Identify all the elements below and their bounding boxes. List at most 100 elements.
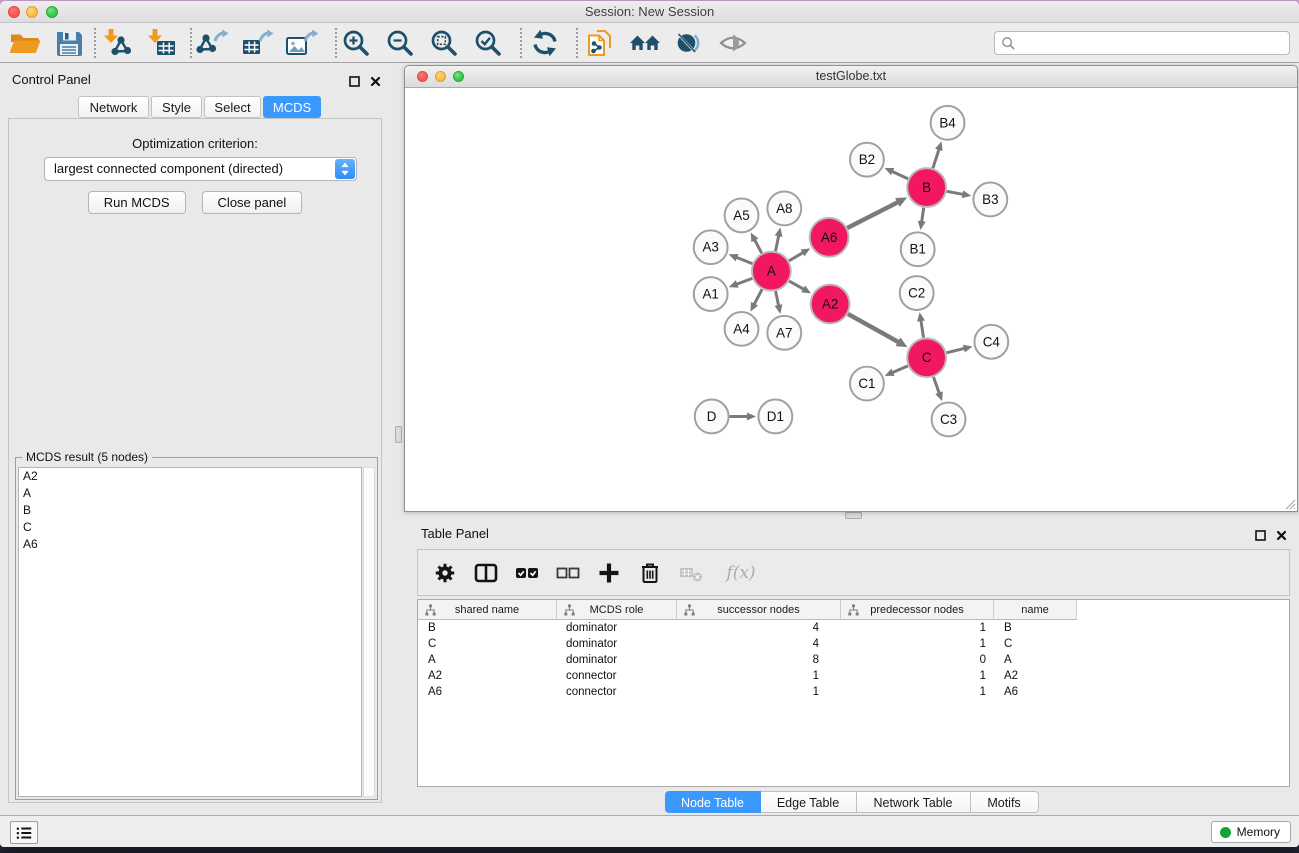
table-row[interactable]: Cdominator41C (418, 636, 1289, 652)
network-close-button[interactable] (417, 71, 428, 82)
tab-style[interactable]: Style (151, 96, 202, 118)
resize-grip-icon[interactable] (1282, 496, 1296, 510)
graph-node-A3[interactable]: A3 (694, 230, 728, 264)
export-image-icon[interactable] (284, 28, 318, 58)
edge-A-A3[interactable] (729, 254, 753, 264)
deselect-all-rows-icon[interactable] (555, 560, 581, 586)
edge-A6-B[interactable] (847, 197, 907, 228)
memory-button[interactable]: Memory (1211, 821, 1291, 843)
table-row[interactable]: Adominator80A (418, 652, 1289, 668)
zoom-in-icon[interactable] (340, 28, 374, 58)
export-network-icon[interactable] (196, 28, 230, 58)
graph-node-B2[interactable]: B2 (850, 143, 884, 177)
close-window-button[interactable] (8, 6, 20, 18)
refresh-network-icon[interactable] (528, 28, 562, 58)
graph-node-D1[interactable]: D1 (758, 400, 792, 434)
edge-A-A2[interactable] (789, 281, 811, 293)
close-panel-icon[interactable] (370, 74, 381, 85)
minimize-window-button[interactable] (26, 6, 38, 18)
delete-columns-icon[interactable] (637, 560, 663, 586)
network-graph[interactable]: B4B2BB3B1A5A8A6A3AA1A2C2A4A7C4CC1C3DD1 (405, 89, 1297, 511)
graph-node-A8[interactable]: A8 (767, 192, 801, 226)
home-pair-icon[interactable] (628, 28, 662, 58)
graph-node-C1[interactable]: C1 (850, 367, 884, 401)
graph-node-C[interactable]: C (907, 338, 946, 377)
result-item[interactable]: A (19, 485, 361, 502)
graph-node-C3[interactable]: C3 (932, 403, 966, 437)
zoom-out-icon[interactable] (384, 28, 418, 58)
run-mcds-button[interactable]: Run MCDS (88, 191, 186, 214)
edge-A2-C[interactable] (848, 314, 908, 347)
tab-edge-table[interactable]: Edge Table (761, 791, 857, 813)
graph-node-A6[interactable]: A6 (810, 218, 849, 257)
table-row[interactable]: A6connector11A6 (418, 684, 1289, 700)
edge-B-B2[interactable] (885, 168, 909, 179)
vertical-splitter-grip[interactable] (395, 426, 402, 443)
edge-A-A8[interactable] (775, 227, 783, 251)
column-header-shared-name[interactable]: shared name (418, 600, 557, 620)
graph-node-B3[interactable]: B3 (973, 183, 1007, 217)
graph-node-A[interactable]: A (752, 252, 791, 291)
edge-D-D1[interactable] (730, 412, 756, 420)
tab-mcds[interactable]: MCDS (263, 96, 321, 118)
graph-node-A5[interactable]: A5 (725, 198, 759, 232)
hide-annotations-icon[interactable] (672, 28, 706, 58)
tab-select[interactable]: Select (204, 96, 261, 118)
edge-B-B3[interactable] (947, 190, 972, 198)
import-network-icon[interactable] (100, 28, 134, 58)
edge-A-A6[interactable] (789, 248, 810, 260)
edge-B-B4[interactable] (933, 141, 943, 168)
table-settings-icon[interactable] (432, 560, 458, 586)
edge-A-A5[interactable] (751, 233, 762, 254)
tab-network-table[interactable]: Network Table (857, 791, 971, 813)
close-panel-button[interactable]: Close panel (202, 191, 303, 214)
add-column-icon[interactable] (596, 560, 622, 586)
graph-node-A7[interactable]: A7 (767, 316, 801, 350)
duplicate-network-icon[interactable] (584, 28, 618, 58)
result-item[interactable]: A2 (19, 468, 361, 485)
graph-node-B4[interactable]: B4 (931, 106, 965, 140)
open-session-icon[interactable] (8, 28, 42, 58)
edge-C-C2[interactable] (917, 312, 925, 337)
graph-node-A1[interactable]: A1 (694, 277, 728, 311)
result-list-scrollbar[interactable] (363, 467, 375, 797)
search-box[interactable] (994, 31, 1290, 55)
search-input[interactable] (1020, 36, 1283, 51)
app-titlebar[interactable]: Session: New Session (0, 1, 1299, 23)
split-panel-icon[interactable] (473, 560, 499, 586)
zoom-fit-icon[interactable] (428, 28, 462, 58)
panel-list-button[interactable] (10, 821, 38, 844)
zoom-selected-icon[interactable] (472, 28, 506, 58)
table-row[interactable]: Bdominator41B (418, 620, 1289, 636)
mcds-result-list[interactable]: A2ABCA6 (18, 467, 362, 797)
edge-C-C4[interactable] (946, 345, 972, 353)
graph-node-A2[interactable]: A2 (811, 285, 850, 324)
select-all-rows-icon[interactable] (514, 560, 540, 586)
column-header-successor-nodes[interactable]: successor nodes (677, 600, 841, 620)
graph-node-D[interactable]: D (695, 400, 729, 434)
zoom-window-button[interactable] (46, 6, 58, 18)
graph-node-B[interactable]: B (907, 168, 946, 207)
network-zoom-button[interactable] (453, 71, 464, 82)
edge-A-A4[interactable] (750, 289, 762, 311)
edge-C-C3[interactable] (933, 377, 942, 401)
graph-node-B1[interactable]: B1 (901, 232, 935, 266)
graph-node-C4[interactable]: C4 (974, 325, 1008, 359)
result-item[interactable]: B (19, 502, 361, 519)
close-table-panel-icon[interactable] (1276, 528, 1287, 539)
save-session-icon[interactable] (52, 28, 86, 58)
horizontal-splitter-grip[interactable] (845, 512, 862, 519)
edge-A-A1[interactable] (729, 278, 752, 287)
graph-node-C2[interactable]: C2 (900, 276, 934, 310)
edge-C-C1[interactable] (885, 366, 908, 376)
edge-A-A7[interactable] (775, 291, 783, 314)
table-row[interactable]: A2connector11A2 (418, 668, 1289, 684)
criterion-select[interactable]: largest connected component (directed) (44, 157, 357, 181)
edge-B-B1[interactable] (918, 208, 926, 230)
tab-motifs[interactable]: Motifs (971, 791, 1039, 813)
show-graphics-details-icon[interactable] (716, 28, 750, 58)
network-minimize-button[interactable] (435, 71, 446, 82)
result-item[interactable]: C (19, 519, 361, 536)
column-header-name[interactable]: name (994, 600, 1077, 620)
network-window-titlebar[interactable]: testGlobe.txt (405, 66, 1297, 88)
